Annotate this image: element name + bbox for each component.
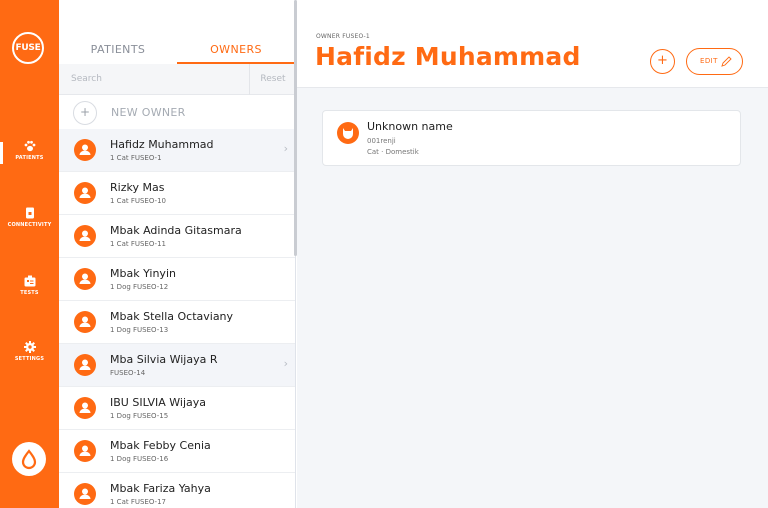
nav-item-patients[interactable]: PATIENTS [0,140,59,180]
test-kit-icon [24,275,35,287]
owner-id-kicker: OWNER FUSEO-1 [316,33,370,40]
owner-row[interactable]: Mbak Adinda Gitasmara 1 Cat FUSEO-11 [59,215,295,258]
owner-row[interactable]: Mbak Fariza Yahya 1 Cat FUSEO-17 [59,473,295,508]
device-icon [25,207,34,219]
owner-pets-summary: 1 Dog FUSEO-13 [110,326,169,334]
page-title: Hafidz Muhammad [315,42,581,71]
tab-patients[interactable]: PATIENTS [59,43,177,56]
cat-icon [337,122,359,144]
gear-icon [23,341,36,353]
owner-row[interactable]: Mbak Yinyin 1 Dog FUSEO-12 [59,258,295,301]
new-owner-label: NEW OWNER [111,106,186,119]
owner-row[interactable]: Hafidz Muhammad 1 Cat FUSEO-1 › [59,129,295,172]
owner-list-panel: PATIENTS OWNERS Search Reset + NEW OWNER… [59,0,296,508]
pet-card[interactable]: Unknown name 001renji Cat · Domestik [322,110,741,166]
pet-name: Unknown name [367,120,453,133]
tab-owners[interactable]: OWNERS [177,43,295,56]
owner-name: Mbak Stella Octaviany [110,310,234,323]
owner-pets-summary: FUSEO-14 [110,369,146,377]
add-pet-button[interactable]: + [650,49,675,74]
nav-label-connectivity: CONNECTIVITY [7,222,52,228]
owner-name: Mbak Fariza Yahya [110,482,211,495]
nav-item-tests[interactable]: TESTS [0,275,59,315]
person-icon [74,139,96,161]
new-owner-button[interactable]: + NEW OWNER [59,95,295,129]
fuse-logo: FUSE [12,32,44,64]
reset-button[interactable]: Reset [249,64,295,95]
owner-name: Mbak Adinda Gitasmara [110,224,242,237]
paw-icon [24,140,35,152]
owner-name: Mbak Febby Cenia [110,439,211,452]
owner-pets-summary: 1 Cat FUSEO-1 [110,154,162,162]
owner-pets-summary: 1 Cat FUSEO-10 [110,197,166,205]
owner-pets-summary: 1 Dog FUSEO-12 [110,283,169,291]
plus-icon: + [73,101,97,125]
owner-name: Mbak Yinyin [110,267,176,280]
drop-button[interactable] [12,442,46,476]
owner-name: Hafidz Muhammad [110,138,214,151]
nav-label-settings: SETTINGS [14,356,45,362]
owner-row[interactable]: Mbak Febby Cenia 1 Dog FUSEO-16 [59,430,295,473]
owner-name: Mba Silvia Wijaya R [110,353,218,366]
nav-label-patients: PATIENTS [15,155,44,161]
edit-button-label: EDIT [700,57,718,65]
owner-name: IBU SILVIA Wijaya [110,396,207,409]
search-input[interactable]: Search [71,74,102,84]
owner-row[interactable]: IBU SILVIA Wijaya 1 Dog FUSEO-15 [59,387,295,430]
nav-label-tests: TESTS [20,290,39,296]
chevron-right-icon: › [283,142,288,155]
owner-detail: OWNER FUSEO-1 Hafidz Muhammad + EDIT Unk… [297,0,768,508]
person-icon [74,483,96,505]
owner-header: OWNER FUSEO-1 Hafidz Muhammad + EDIT [297,0,768,88]
list-tabs: PATIENTS OWNERS [59,0,295,64]
pet-id: 001renji [367,137,396,145]
person-icon [74,397,96,419]
owner-pets-summary: 1 Cat FUSEO-17 [110,498,166,506]
owner-row[interactable]: Rizky Mas 1 Cat FUSEO-10 [59,172,295,215]
person-icon [74,311,96,333]
pencil-icon [721,56,732,67]
person-icon [74,182,96,204]
nav-item-settings[interactable]: SETTINGS [0,341,59,381]
app-window: FUSE PATIENTS CONNECTIVITY TESTS SETTING… [0,0,768,508]
owner-pets-summary: 1 Cat FUSEO-11 [110,240,166,248]
owner-pets-summary: 1 Dog FUSEO-15 [110,412,169,420]
chevron-right-icon: › [283,357,288,370]
owner-row[interactable]: Mba Silvia Wijaya R FUSEO-14 › [59,344,295,387]
drop-icon [21,449,37,470]
owner-pets-summary: 1 Dog FUSEO-16 [110,455,169,463]
pet-type: Cat · Domestik [367,148,419,156]
person-icon [74,440,96,462]
side-nav: FUSE PATIENTS CONNECTIVITY TESTS SETTING… [0,0,59,508]
person-icon [74,354,96,376]
search-bar: Search Reset [59,64,295,95]
owner-name: Rizky Mas [110,181,165,194]
person-icon [74,225,96,247]
edit-button[interactable]: EDIT [686,48,743,75]
nav-item-connectivity[interactable]: CONNECTIVITY [0,207,59,247]
owner-row[interactable]: Mbak Stella Octaviany 1 Dog FUSEO-13 [59,301,295,344]
person-icon [74,268,96,290]
